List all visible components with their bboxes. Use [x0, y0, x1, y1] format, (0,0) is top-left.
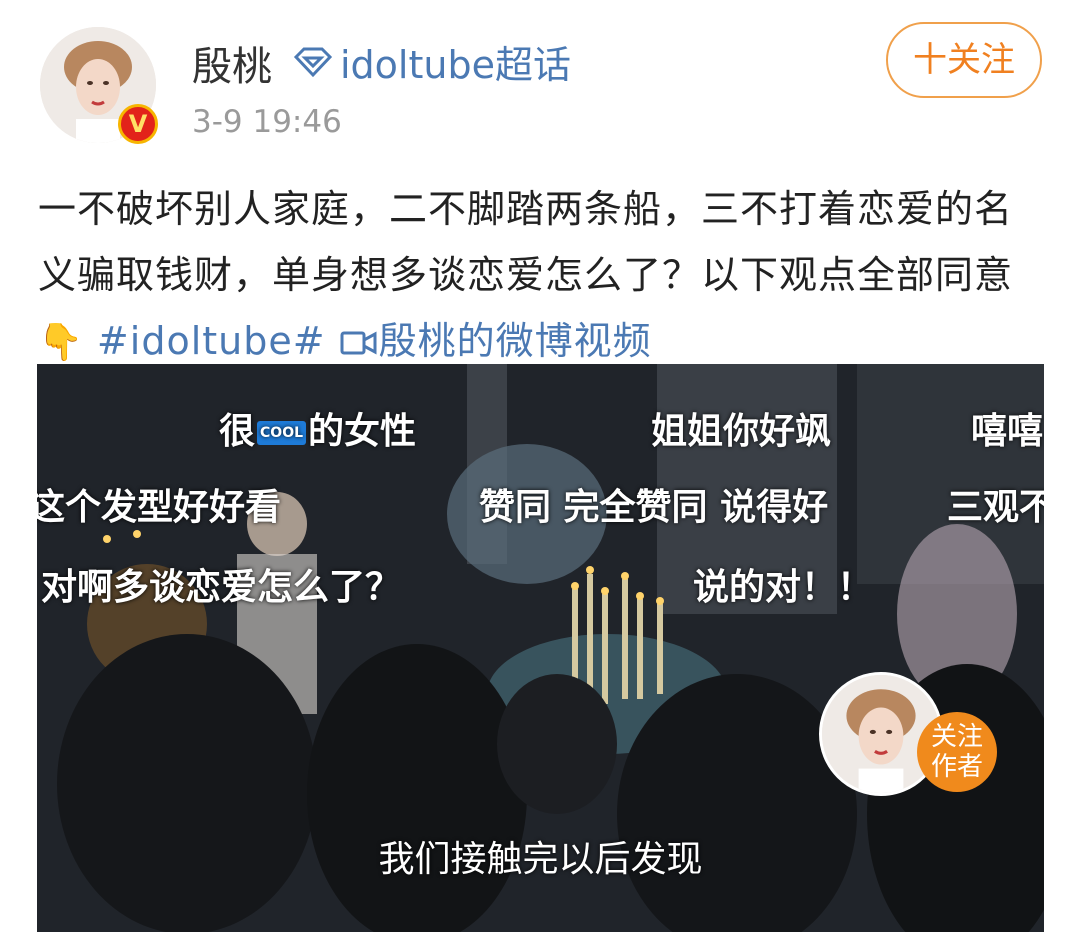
danmu-comment: 这个发型好好看	[37, 487, 282, 528]
author-name[interactable]: 殷桃	[192, 34, 272, 92]
diamond-topic-icon	[293, 47, 333, 77]
post-body: 一不破坏别人家庭，二不脚踏两条船，三不打着恋爱的名义骗取钱财，单身想多谈恋爱怎么…	[38, 187, 1014, 297]
topic-link[interactable]: idoltube超话	[292, 34, 571, 89]
video-player[interactable]: 很 COOL 的女性 姐姐你好飒 嘻嘻 这个发型好好看 赞同 完全赞同 说得好 三观…	[37, 364, 1044, 932]
video-link-label: 殷桃的微博视频	[378, 319, 652, 363]
topic-label: idoltube超话	[340, 43, 571, 87]
pointing-down-hand-icon: 👇	[38, 322, 84, 363]
video-subtitle: 我们接触完以后发现	[378, 839, 703, 880]
follow-author-line2: 作者	[930, 752, 983, 782]
video-camera-icon	[340, 331, 377, 355]
danmu-comment: 赞同 完全赞同 说得好	[479, 487, 829, 528]
cool-emoji-icon: COOL	[257, 421, 307, 445]
danmu-comment: 三观不	[947, 487, 1044, 528]
follow-author-line1: 关注	[930, 722, 983, 752]
verified-v-icon: V	[118, 104, 158, 144]
danmu-comment: 很 COOL 的女性	[219, 411, 417, 452]
post-time: 3-9 19:46	[192, 104, 342, 140]
danmu-comment: 姐姐你好飒	[651, 411, 832, 452]
hashtag-link[interactable]: #idoltube#	[97, 319, 326, 363]
video-link[interactable]: 殷桃的微博视频	[339, 319, 652, 363]
danmu-comment: 嘻嘻	[971, 411, 1044, 452]
follow-author-button[interactable]: 关注 作者	[917, 712, 997, 792]
danmu-comment: 对啊多谈恋爱怎么了？	[41, 567, 402, 608]
danmu-comment: 说的对！！	[693, 567, 874, 608]
follow-button[interactable]: 十关注	[886, 22, 1042, 98]
post-text: 一不破坏别人家庭，二不脚踏两条船，三不打着恋爱的名义骗取钱财，单身想多谈恋爱怎么…	[38, 176, 1048, 376]
